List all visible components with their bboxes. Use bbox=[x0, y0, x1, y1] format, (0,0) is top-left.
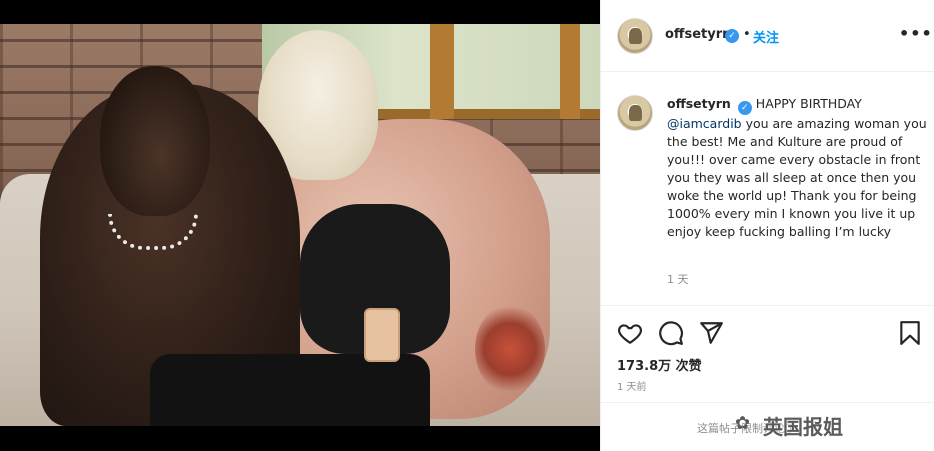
rose-tattoo bbox=[475, 304, 545, 394]
caption-text: offsetyrn ✓ HAPPY BIRTHDAY @iamcardib yo… bbox=[667, 95, 927, 241]
post-side-panel: offsetyrn ✓ • 关注 ••• offsetyrn ✓ HAPPY B… bbox=[600, 0, 934, 451]
like-button[interactable] bbox=[617, 320, 643, 346]
header-username[interactable]: offsetyrn bbox=[665, 27, 731, 42]
save-button[interactable] bbox=[897, 320, 923, 346]
post-header: offsetyrn ✓ • 关注 ••• bbox=[601, 0, 934, 72]
wechat-icon: ✿ bbox=[735, 413, 751, 434]
action-bar: 173.8万 次赞 1 天前 这篇帖子限制评论了。 ✿ 英国报姐 bbox=[601, 305, 934, 451]
like-count[interactable]: 173.8万 次赞 bbox=[617, 355, 702, 374]
share-button[interactable] bbox=[698, 320, 724, 346]
window-frame bbox=[430, 24, 454, 119]
comment-icon bbox=[659, 321, 683, 346]
separator-dot: • bbox=[743, 27, 751, 42]
bookmark-icon bbox=[900, 321, 920, 345]
bottom-black-strip bbox=[0, 426, 600, 451]
more-options-icon[interactable]: ••• bbox=[899, 24, 933, 43]
follow-button[interactable]: 关注 bbox=[753, 27, 779, 46]
post-date[interactable]: 1 天前 bbox=[617, 378, 647, 393]
comment-area: 这篇帖子限制评论了。 ✿ 英国报姐 bbox=[601, 402, 934, 451]
comment-button[interactable] bbox=[658, 320, 684, 346]
heart-icon bbox=[618, 324, 642, 345]
avatar-image bbox=[629, 28, 642, 44]
mention-link[interactable]: @iamcardib bbox=[667, 116, 742, 131]
verified-badge-icon: ✓ bbox=[737, 101, 752, 115]
man-head bbox=[100, 66, 210, 216]
caption-time: 1 天 bbox=[667, 273, 689, 286]
paper-plane-icon bbox=[700, 322, 723, 344]
verified-badge-icon: ✓ bbox=[725, 29, 739, 43]
watermark-text: 英国报姐 bbox=[763, 415, 843, 439]
post-photo[interactable] bbox=[0, 24, 600, 426]
avatar-image bbox=[629, 105, 642, 121]
window-frame bbox=[560, 24, 580, 119]
caption-body: you are amazing woman you the best! Me a… bbox=[667, 116, 927, 239]
caption-lead: HAPPY BIRTHDAY bbox=[755, 96, 862, 111]
caption-avatar[interactable] bbox=[617, 95, 653, 131]
avatar[interactable] bbox=[617, 18, 653, 54]
caption-username[interactable]: offsetyrn bbox=[667, 96, 731, 111]
black-pants bbox=[150, 354, 430, 426]
phone bbox=[364, 308, 400, 362]
